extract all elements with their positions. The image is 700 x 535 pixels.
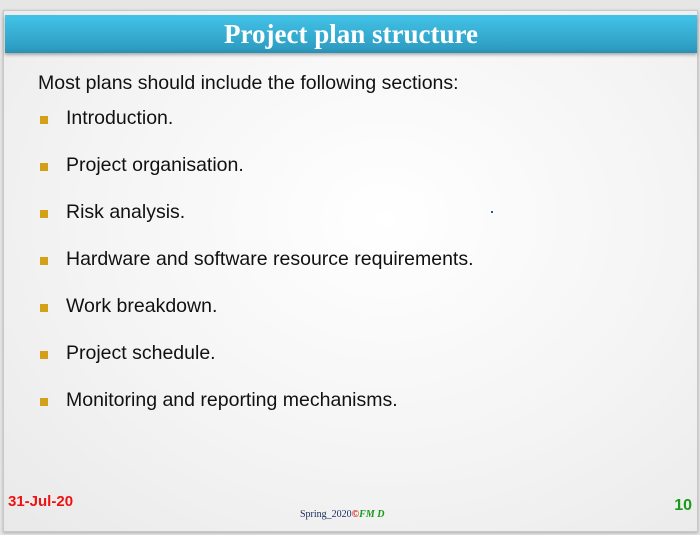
list-item-label: Risk analysis. <box>66 201 186 223</box>
section-list: Introduction. Project organisation. Risk… <box>40 107 474 436</box>
square-bullet-icon <box>40 398 48 406</box>
square-bullet-icon <box>40 163 48 171</box>
slide-title: Project plan structure <box>224 18 478 49</box>
list-item: Monitoring and reporting mechanisms. <box>40 389 474 436</box>
footer-term: Spring_2020 <box>300 509 352 520</box>
list-item-label: Monitoring and reporting mechanisms. <box>66 389 398 411</box>
title-bar: Project plan structure <box>5 15 697 53</box>
square-bullet-icon <box>40 210 48 218</box>
list-item-label: Introduction. <box>66 107 174 129</box>
page-number: 10 <box>674 497 692 514</box>
square-bullet-icon <box>40 351 48 359</box>
list-item-label: Work breakdown. <box>66 295 218 317</box>
intro-text: Most plans should include the following … <box>38 72 459 94</box>
square-bullet-icon <box>40 304 48 312</box>
square-bullet-icon <box>40 257 48 265</box>
list-item: Project schedule. <box>40 342 474 389</box>
slide-date: 31-Jul-20 <box>8 493 74 510</box>
list-item: Project organisation. <box>40 154 474 201</box>
footer-credit: Spring_2020©FM D <box>300 509 384 520</box>
stray-dot <box>491 211 493 213</box>
list-item-label: Project schedule. <box>66 342 216 364</box>
list-item: Work breakdown. <box>40 295 474 342</box>
slide: Project plan structure Most plans should… <box>3 10 698 532</box>
list-item-label: Project organisation. <box>66 154 244 176</box>
list-item: Hardware and software resource requireme… <box>40 248 474 295</box>
list-item-label: Hardware and software resource requireme… <box>66 248 474 270</box>
list-item: Introduction. <box>40 107 474 154</box>
list-item: Risk analysis. <box>40 201 474 248</box>
square-bullet-icon <box>40 116 48 124</box>
footer-author: FM D <box>359 509 385 520</box>
